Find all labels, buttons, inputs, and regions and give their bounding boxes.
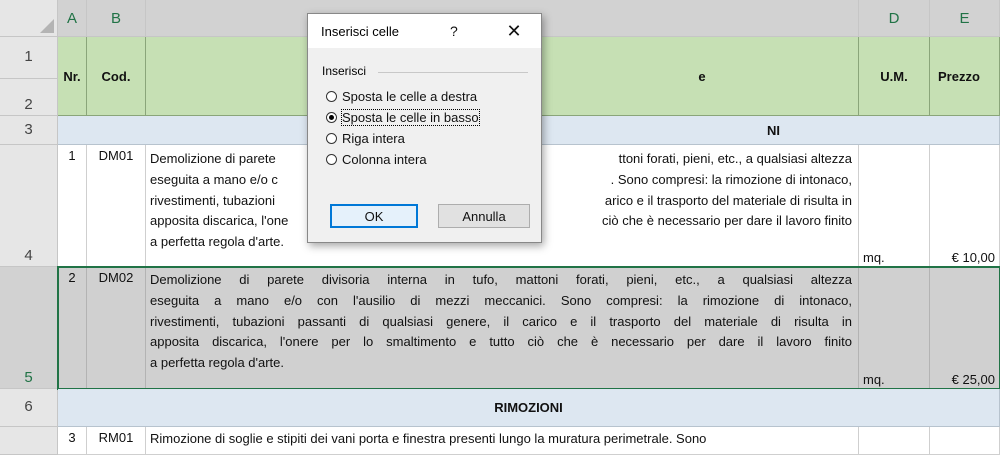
description-line: a perfetta regola d'arte.	[150, 355, 285, 371]
description-line: rivestimenti, tubazioni	[150, 192, 275, 208]
description-line: ciò che è necessario per dare il lavoro …	[601, 213, 852, 229]
header-cod-cell[interactable]: Cod.	[87, 37, 146, 116]
item-prezzo-cell[interactable]: € 10,00	[930, 145, 1000, 267]
description-line: . Sono compresi: la rimozione di intonac…	[610, 171, 852, 187]
dialog-title: Inserisci celle	[321, 24, 400, 39]
select-all-corner[interactable]	[0, 0, 58, 37]
description-line: a perfetta regola d'arte.	[150, 234, 285, 250]
column-header-a[interactable]: A	[58, 0, 87, 37]
description-line: Demolizione di parete	[150, 151, 276, 166]
item-um: mq.	[863, 250, 885, 265]
item-prezzo: € 25,00	[951, 372, 995, 387]
radio-selected-icon[interactable]	[326, 112, 337, 123]
row-header-3[interactable]: 3	[0, 116, 58, 145]
item-um-cell[interactable]: mq.	[859, 145, 930, 267]
item-um-cell[interactable]	[859, 427, 930, 455]
column-header-label: A	[66, 9, 77, 27]
column-header-label: D	[888, 9, 900, 27]
option-entire-row[interactable]: Riga intera	[326, 131, 405, 146]
header-nr: Nr.	[63, 68, 81, 84]
row-header-2[interactable]: 2	[0, 79, 58, 116]
item-cod-cell[interactable]: DM01	[87, 145, 146, 267]
row-header-label: 2	[24, 96, 33, 113]
description-line: eseguita a mano e/o con l'ausilio di mez…	[150, 292, 852, 308]
header-nr-cell[interactable]: Nr.	[58, 37, 87, 116]
row-header-label: 5	[24, 369, 33, 386]
row-header-label: 6	[24, 398, 33, 415]
option-entire-column[interactable]: Colonna intera	[326, 152, 427, 167]
cancel-label: Annulla	[462, 208, 506, 224]
item-prezzo-cell[interactable]: € 25,00	[930, 267, 1000, 389]
item-cod: RM01	[98, 430, 134, 445]
description-line: Rimozione di soglie e stipiti dei vani p…	[150, 431, 707, 446]
header-description: e	[698, 68, 706, 84]
row-header-label: 3	[24, 120, 33, 138]
select-all-icon	[40, 19, 54, 33]
item-nr: 1	[68, 148, 76, 163]
item-cod-cell[interactable]: RM01	[87, 427, 146, 455]
row-header-6[interactable]: 6	[0, 389, 58, 427]
help-icon[interactable]: ?	[450, 23, 458, 39]
item-prezzo: € 10,00	[951, 250, 995, 265]
section-title: RIMOZIONI	[494, 400, 563, 415]
dialog-titlebar[interactable]: Inserisci celle ? ✕	[308, 14, 541, 48]
close-icon[interactable]: ✕	[501, 19, 527, 43]
item-nr: 3	[68, 430, 76, 445]
option-shift-right[interactable]: Sposta le celle a destra	[326, 89, 477, 104]
description-line: ttoni forati, pieni, etc., a qualsiasi a…	[618, 151, 852, 166]
description-line: rivestimenti, tubazioni passanti di qual…	[150, 313, 852, 329]
section-rimozioni-cell[interactable]: RIMOZIONI	[58, 389, 1000, 427]
item-cod: DM01	[98, 148, 134, 163]
column-header-d[interactable]: D	[859, 0, 930, 37]
row-header-label: 1	[24, 48, 33, 65]
header-cod: Cod.	[101, 68, 131, 84]
description-line: apposita discarica, l'onere per lo smalt…	[150, 334, 852, 350]
radio-icon[interactable]	[326, 91, 337, 102]
item-um: mq.	[863, 372, 885, 387]
section-title: NI	[767, 122, 780, 138]
cancel-button[interactable]: Annulla	[438, 204, 530, 228]
column-header-e[interactable]: E	[930, 0, 1000, 37]
item-nr-cell[interactable]: 2	[58, 267, 87, 389]
insert-cells-dialog: Inserisci celle ? ✕ Inserisci Sposta le …	[307, 13, 542, 243]
description-line: apposita discarica, l'one	[150, 213, 289, 229]
group-label: Inserisci	[322, 64, 367, 78]
option-label: Sposta le celle in basso	[341, 109, 480, 126]
row-header-7[interactable]	[0, 427, 58, 455]
row-header-label: 4	[24, 247, 33, 264]
column-header-label: E	[959, 9, 970, 27]
header-um: U.M.	[880, 68, 908, 84]
ok-label: OK	[364, 208, 384, 224]
item-cod: DM02	[98, 270, 134, 285]
row-header-5[interactable]: 5	[0, 267, 58, 389]
option-label: Colonna intera	[342, 152, 427, 167]
item-description-cell[interactable]: Demolizione di parete divisoria interna …	[146, 267, 859, 389]
header-um-cell[interactable]: U.M.	[859, 37, 930, 116]
item-nr-cell[interactable]: 3	[58, 427, 87, 455]
description-line: eseguita a mano e/o c	[150, 171, 278, 187]
item-nr: 2	[68, 270, 76, 285]
header-prezzo: Prezzo	[938, 68, 980, 84]
description-line: arico e il trasporto del materiale di ri…	[604, 192, 852, 208]
item-description-cell[interactable]: Rimozione di soglie e stipiti dei vani p…	[146, 427, 859, 455]
header-prezzo-cell[interactable]: Prezzo	[930, 37, 1000, 116]
group-divider	[378, 72, 528, 73]
option-shift-down[interactable]: Sposta le celle in basso	[326, 109, 480, 126]
item-nr-cell[interactable]: 1	[58, 145, 87, 267]
item-cod-cell[interactable]: DM02	[87, 267, 146, 389]
row-header-4[interactable]: 4	[0, 145, 58, 267]
radio-icon[interactable]	[326, 133, 337, 144]
radio-icon[interactable]	[326, 154, 337, 165]
option-label: Sposta le celle a destra	[342, 89, 478, 104]
column-header-b[interactable]: B	[87, 0, 146, 37]
row-header-1[interactable]: 1	[0, 37, 58, 79]
option-label: Riga intera	[342, 131, 405, 146]
column-header-label: B	[110, 9, 121, 27]
ok-button[interactable]: OK	[330, 204, 418, 228]
item-um-cell[interactable]: mq.	[859, 267, 930, 389]
description-line: Demolizione di parete divisoria interna …	[150, 272, 852, 287]
item-prezzo-cell[interactable]	[930, 427, 1000, 455]
